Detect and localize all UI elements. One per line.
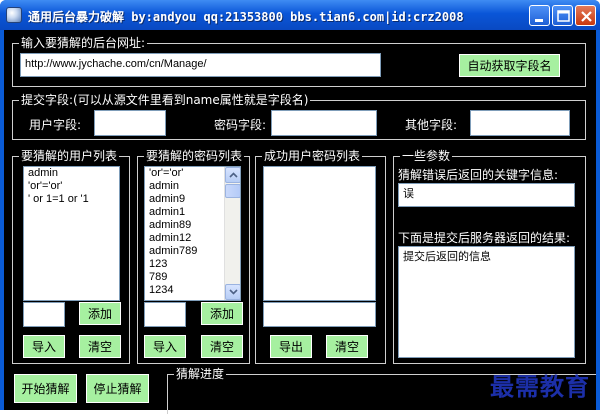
export-button[interactable]: 导出 bbox=[270, 335, 312, 358]
minimize-button[interactable] bbox=[529, 5, 550, 26]
user-add-input[interactable] bbox=[23, 302, 65, 327]
list-item[interactable]: 'or'='or' bbox=[24, 180, 119, 193]
pass-clear-button[interactable]: 清空 bbox=[201, 335, 243, 358]
user-clear-button[interactable]: 清空 bbox=[79, 335, 121, 358]
list-item[interactable]: admin bbox=[24, 167, 119, 180]
pass-list-title: 要猜解的密码列表 bbox=[144, 149, 245, 163]
close-button[interactable] bbox=[575, 5, 596, 26]
scroll-down-button[interactable] bbox=[225, 284, 240, 300]
user-field-label: 用户字段: bbox=[29, 118, 82, 132]
list-item[interactable]: ' or 1=1 or '1 bbox=[24, 193, 119, 206]
url-group-title: 输入要猜解的后台网址: bbox=[19, 36, 148, 50]
chevron-up-icon bbox=[229, 172, 238, 178]
success-input[interactable] bbox=[263, 302, 376, 327]
minimize-icon bbox=[535, 19, 543, 22]
auto-fetch-fields-button[interactable]: 自动获取字段名 bbox=[459, 54, 560, 77]
fields-group: 提交字段:(可以从源文件里看到name属性就是字段名) 用户字段: 密码字段: … bbox=[12, 93, 586, 140]
params-group: 一些参数 猜解错误后返回的关键字信息: 误 下面是提交后服务器返回的结果: 提交… bbox=[393, 149, 586, 364]
success-list-group: 成功用户密码列表 导出 清空 bbox=[255, 149, 386, 364]
success-list-title: 成功用户密码列表 bbox=[262, 149, 363, 163]
scroll-up-button[interactable] bbox=[225, 167, 240, 183]
maximize-icon bbox=[557, 10, 570, 22]
other-field-label: 其他字段: bbox=[405, 118, 458, 132]
maximize-button[interactable] bbox=[552, 5, 573, 26]
window-title: 通用后台暴力破解 by:andyou qq:21353800 bbs.tian6… bbox=[28, 10, 464, 24]
chevron-down-icon bbox=[229, 289, 238, 295]
url-input[interactable]: http://www.jychache.com/cn/Manage/ bbox=[20, 53, 381, 77]
success-clear-button[interactable]: 清空 bbox=[326, 335, 368, 358]
stop-crack-button[interactable]: 停止猜解 bbox=[86, 374, 149, 403]
pass-field-input[interactable] bbox=[271, 110, 377, 136]
user-listbox[interactable]: admin 'or'='or' ' or 1=1 or '1 bbox=[23, 166, 120, 301]
pass-add-button[interactable]: 添加 bbox=[201, 302, 243, 325]
user-import-button[interactable]: 导入 bbox=[23, 335, 65, 358]
close-icon bbox=[581, 11, 592, 22]
pass-field-label: 密码字段: bbox=[214, 118, 267, 132]
url-group: 输入要猜解的后台网址: http://www.jychache.com/cn/M… bbox=[12, 36, 586, 87]
pass-list-scrollbar[interactable] bbox=[224, 167, 240, 300]
keyword-input[interactable]: 误 bbox=[398, 183, 575, 207]
client-area: 输入要猜解的后台网址: http://www.jychache.com/cn/M… bbox=[4, 30, 596, 414]
pass-list-group: 要猜解的密码列表 'or'='or' admin admin9 admin1 a… bbox=[137, 149, 250, 364]
app-icon bbox=[6, 7, 22, 23]
start-crack-button[interactable]: 开始猜解 bbox=[14, 374, 77, 403]
user-list-group: 要猜解的用户列表 admin 'or'='or' ' or 1=1 or '1 … bbox=[12, 149, 130, 364]
success-listbox[interactable] bbox=[263, 166, 376, 301]
progress-title: 猜解进度 bbox=[174, 367, 227, 381]
pass-add-input[interactable] bbox=[144, 302, 186, 327]
app-window: 通用后台暴力破解 by:andyou qq:21353800 bbs.tian6… bbox=[0, 0, 600, 414]
result-textarea[interactable]: 提交后返回的信息 bbox=[398, 246, 575, 358]
scroll-thumb[interactable] bbox=[225, 184, 240, 198]
fields-group-title: 提交字段:(可以从源文件里看到name属性就是字段名) bbox=[19, 93, 311, 107]
pass-listbox[interactable]: 'or'='or' admin admin9 admin1 admin89 ad… bbox=[144, 166, 241, 301]
other-field-input[interactable] bbox=[470, 110, 570, 136]
pass-import-button[interactable]: 导入 bbox=[144, 335, 186, 358]
params-title: 一些参数 bbox=[400, 149, 453, 163]
result-label: 下面是提交后服务器返回的结果: bbox=[398, 231, 571, 245]
title-bar[interactable]: 通用后台暴力破解 by:andyou qq:21353800 bbs.tian6… bbox=[0, 0, 600, 30]
user-field-input[interactable] bbox=[94, 110, 166, 136]
keyword-label: 猜解错误后返回的关键字信息: bbox=[398, 168, 559, 182]
watermark: 最需教育 bbox=[490, 372, 590, 401]
user-list-title: 要猜解的用户列表 bbox=[19, 149, 120, 163]
user-add-button[interactable]: 添加 bbox=[79, 302, 121, 325]
